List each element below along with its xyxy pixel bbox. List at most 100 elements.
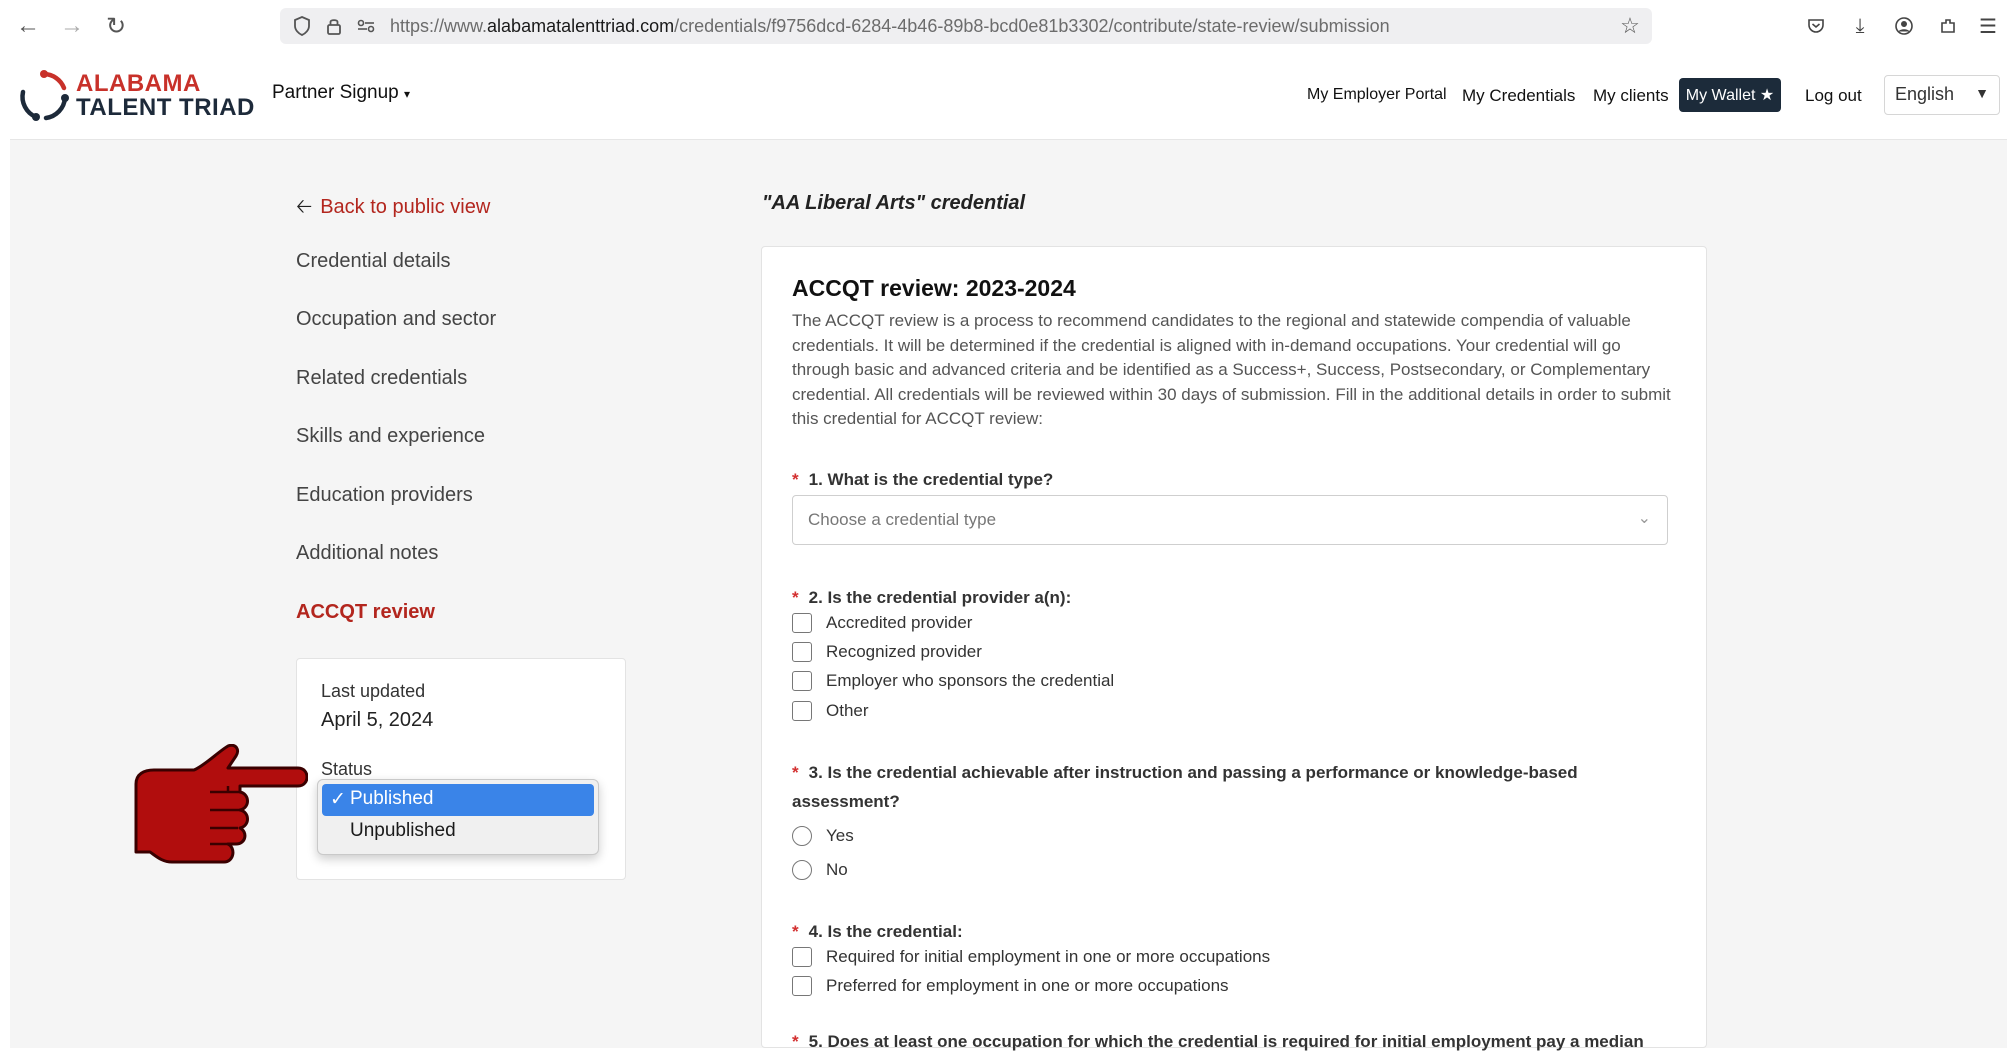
checkbox-label: Other [826, 701, 869, 720]
back-to-public-view-link[interactable]: 🡠 Back to public view [296, 192, 490, 226]
bookmark-star-icon[interactable]: ☆ [1618, 13, 1642, 38]
url-prefix: https://www. [390, 16, 488, 36]
page-body: 🡠 Back to public view Credential details … [10, 140, 2007, 1051]
question-4-text: 4. Is the credential: [808, 922, 963, 941]
extensions-icon[interactable] [1934, 12, 1962, 40]
browser-toolbar: ← → ↻ https://www.alabamatalenttriad.com… [0, 0, 2007, 52]
checkbox-accredited-provider[interactable]: Accredited provider [792, 613, 972, 633]
sidebar-item-credential-details[interactable]: Credential details [296, 250, 451, 273]
accqt-review-form: ACCQT review: 2023-2024 The ACCQT review… [761, 246, 1707, 1051]
address-bar[interactable]: https://www.alabamatalenttriad.com/crede… [280, 8, 1652, 44]
checkbox-label: Recognized provider [826, 642, 982, 661]
form-intro: The ACCQT review is a process to recomme… [792, 311, 1671, 428]
pocket-icon[interactable] [1802, 12, 1830, 40]
radio-label: Yes [826, 826, 854, 845]
last-updated-value: April 5, 2024 [321, 709, 434, 731]
checkbox-preferred-employment[interactable]: Preferred for employment in one or more … [792, 976, 1229, 996]
question-1: * 1. What is the credential type? [792, 465, 1672, 494]
reload-icon[interactable]: ↻ [100, 10, 132, 42]
checkbox[interactable] [792, 642, 812, 662]
nav-my-clients[interactable]: My clients [1593, 86, 1669, 106]
question-3: * 3. Is the credential achievable after i… [792, 758, 1672, 816]
sidebar-item-education-providers[interactable]: Education providers [296, 484, 473, 507]
sidebar-item-related-credentials[interactable]: Related credentials [296, 367, 467, 390]
account-icon[interactable] [1890, 12, 1918, 40]
question-2-text: 2. Is the credential provider a(n): [808, 588, 1072, 607]
arrow-left-icon: 🡠 [296, 196, 313, 218]
required-asterisk: * [792, 470, 799, 489]
partner-signup-label: Partner Signup [272, 82, 399, 103]
checkbox-required-initial-employment[interactable]: Required for initial employment in one o… [792, 947, 1270, 967]
checkbox-other[interactable]: Other [792, 701, 869, 721]
checkbox[interactable] [792, 947, 812, 967]
credential-type-select[interactable]: Choose a credential type ⌄ [792, 495, 1668, 545]
sidebar-item-occupation-sector[interactable]: Occupation and sector [296, 308, 496, 331]
back-link-label: Back to public view [320, 196, 491, 218]
sidebar-item-skills-experience[interactable]: Skills and experience [296, 425, 485, 448]
logout-link[interactable]: Log out [1805, 86, 1862, 106]
radio-no[interactable]: No [792, 860, 848, 880]
status-option-published[interactable]: ✓ Published [322, 784, 594, 816]
checkbox-recognized-provider[interactable]: Recognized provider [792, 642, 982, 662]
url-text[interactable]: https://www.alabamatalenttriad.com/crede… [390, 16, 1390, 37]
checkbox-label: Required for initial employment in one o… [826, 947, 1271, 966]
logo-wordmark: ALABAMA TALENT TRIAD [76, 72, 255, 120]
required-asterisk: * [792, 922, 799, 941]
language-value: English [1895, 84, 1955, 104]
checkbox-employer-sponsor[interactable]: Employer who sponsors the credential [792, 671, 1114, 691]
credential-type-placeholder: Choose a credential type [808, 510, 997, 529]
chevron-down-icon: ⌄ [1637, 510, 1651, 527]
checkbox[interactable] [792, 701, 812, 721]
my-wallet-button[interactable]: My Wallet ★ [1679, 78, 1781, 112]
language-select[interactable]: English ▼ [1884, 75, 2000, 115]
checkmark-icon: ✓ [330, 789, 346, 810]
sidebar-item-accqt-review[interactable]: ACCQT review [296, 601, 435, 624]
required-asterisk: * [792, 763, 799, 782]
radio-button[interactable] [792, 826, 812, 846]
checkbox[interactable] [792, 671, 812, 691]
lock-icon[interactable] [322, 14, 346, 38]
status-label: Status [321, 759, 373, 779]
partner-signup-menu[interactable]: Partner Signup ▾ [272, 82, 410, 104]
shield-icon[interactable] [290, 14, 314, 38]
url-domain: alabamatalenttriad.com [487, 16, 675, 36]
menu-icon[interactable]: ☰ [1974, 12, 2002, 40]
download-icon[interactable]: ⤓ [1846, 12, 1874, 40]
status-dropdown[interactable]: ✓ Published Unpublished [317, 779, 599, 855]
radio-yes[interactable]: Yes [792, 826, 854, 846]
caret-down-icon: ▼ [1975, 85, 1989, 101]
radio-button[interactable] [792, 860, 812, 880]
status-card: Last updated April 5, 2024 Status ✓ Publi… [296, 658, 626, 880]
question-5-text: 5. Does at least one occupation for whic… [808, 1032, 1644, 1051]
nav-my-credentials[interactable]: My Credentials [1462, 86, 1575, 106]
site-header: ALABAMA TALENT TRIAD Partner Signup ▾ My… [10, 52, 2007, 140]
pointing-hand-icon [134, 744, 308, 864]
permissions-icon[interactable] [354, 14, 378, 38]
checkbox[interactable] [792, 976, 812, 996]
radio-label: No [826, 860, 848, 879]
question-1-text: 1. What is the credential type? [808, 470, 1054, 489]
option-label: Unpublished [350, 820, 456, 841]
logo-line-1: ALABAMA [76, 70, 201, 97]
question-4: * 4. Is the credential: [792, 917, 1672, 946]
checkbox-label: Employer who sponsors the credential [826, 671, 1115, 690]
back-arrow-icon[interactable]: ← [12, 10, 44, 42]
required-asterisk: * [792, 588, 799, 607]
nav-employer-portal[interactable]: My Employer Portal [1307, 86, 1447, 104]
site-logo[interactable]: ALABAMA TALENT TRIAD [16, 68, 262, 124]
sidebar-item-additional-notes[interactable]: Additional notes [296, 542, 438, 565]
caret-down-icon: ▾ [404, 87, 411, 101]
checkbox-label: Preferred for employment in one or more … [826, 976, 1229, 995]
question-2: * 2. Is the credential provider a(n): [792, 583, 1672, 612]
form-heading: ACCQT review: 2023-2024 [792, 275, 1076, 301]
option-label: Published [350, 788, 434, 809]
question-5: * 5. Does at least one occupation for whi… [792, 1027, 1672, 1056]
checkbox[interactable] [792, 613, 812, 633]
question-3-text: 3. Is the credential achievable after in… [792, 763, 1578, 811]
last-updated-label: Last updated [321, 681, 426, 701]
triad-logo-icon [20, 70, 69, 121]
status-option-unpublished[interactable]: Unpublished [322, 816, 594, 848]
forward-arrow-icon[interactable]: → [56, 10, 88, 42]
url-path: /credentials/f9756dcd-6284-4b46-89b8-bcd… [674, 16, 1390, 36]
checkbox-label: Accredited provider [826, 613, 973, 632]
